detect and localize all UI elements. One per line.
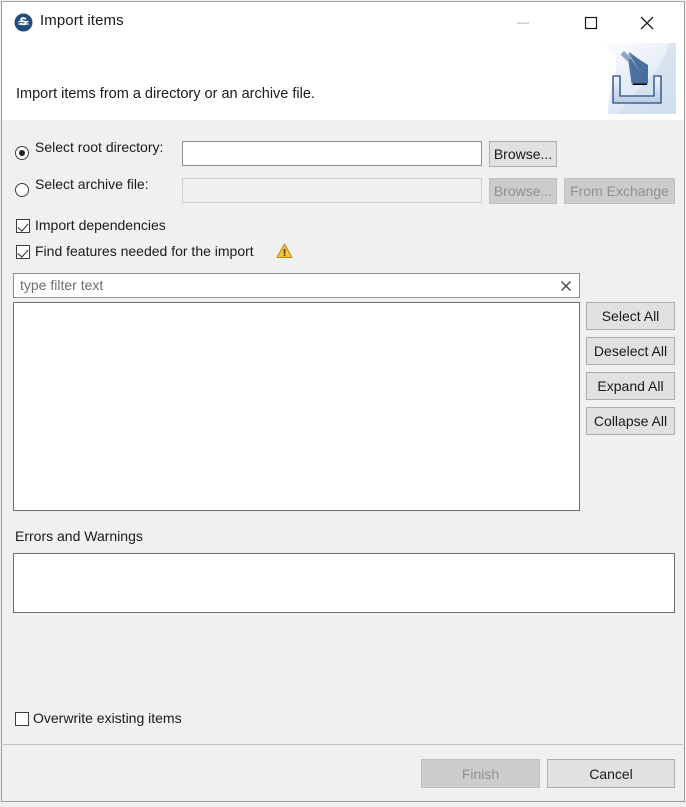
- errors-and-warnings-list[interactable]: [13, 553, 675, 613]
- radio-select-archive-file[interactable]: [15, 183, 29, 197]
- minimize-button[interactable]: [500, 2, 546, 43]
- banner: Import items from a directory or an arch…: [2, 43, 684, 120]
- maximize-icon: [584, 16, 598, 30]
- finish-button[interactable]: Finish: [421, 759, 540, 788]
- radio-select-root-directory[interactable]: [15, 146, 29, 160]
- label-select-archive-file: Select archive file:: [35, 176, 149, 192]
- root-directory-input[interactable]: [182, 141, 482, 166]
- errors-and-warnings-label: Errors and Warnings: [15, 528, 143, 544]
- archive-file-input[interactable]: [182, 178, 482, 203]
- window-title: Import items: [40, 12, 124, 29]
- expand-all-button[interactable]: Expand All: [586, 372, 675, 400]
- banner-description: Import items from a directory or an arch…: [16, 86, 315, 102]
- eclipse-logo-icon: [14, 13, 33, 32]
- select-all-button[interactable]: Select All: [586, 302, 675, 330]
- checkbox-overwrite-existing[interactable]: [15, 712, 29, 726]
- maximize-button[interactable]: [568, 2, 614, 43]
- label-import-dependencies: Import dependencies: [35, 217, 166, 233]
- close-icon: [639, 15, 655, 31]
- close-button[interactable]: [624, 2, 670, 43]
- checkbox-import-dependencies[interactable]: [16, 219, 30, 233]
- import-tray-arrow-icon: [598, 43, 676, 114]
- screen: Import items: [0, 0, 686, 807]
- filter-input-container[interactable]: type filter text: [13, 273, 580, 298]
- from-exchange-button[interactable]: From Exchange: [564, 178, 675, 204]
- checkbox-find-features[interactable]: [16, 245, 30, 259]
- import-items-dialog: Import items: [1, 1, 685, 802]
- deselect-all-button[interactable]: Deselect All: [586, 337, 675, 365]
- label-find-features: Find features needed for the import: [35, 243, 254, 259]
- collapse-all-button[interactable]: Collapse All: [586, 407, 675, 435]
- browse-root-directory-button[interactable]: Browse...: [489, 141, 557, 167]
- label-select-root-directory: Select root directory:: [35, 139, 163, 155]
- minimize-icon: [516, 16, 530, 30]
- dialog-body: Select root directory: Browse... Select …: [2, 121, 684, 745]
- footer: Finish Cancel: [2, 745, 684, 801]
- filter-input[interactable]: type filter text: [20, 277, 103, 293]
- clear-x-icon[interactable]: [557, 277, 575, 294]
- browse-archive-file-button[interactable]: Browse...: [489, 178, 557, 204]
- title-bar: Import items: [2, 2, 684, 43]
- warning-triangle-icon: [276, 243, 293, 264]
- items-tree[interactable]: [13, 302, 580, 511]
- cancel-button[interactable]: Cancel: [547, 759, 675, 788]
- label-overwrite-existing: Overwrite existing items: [33, 710, 182, 726]
